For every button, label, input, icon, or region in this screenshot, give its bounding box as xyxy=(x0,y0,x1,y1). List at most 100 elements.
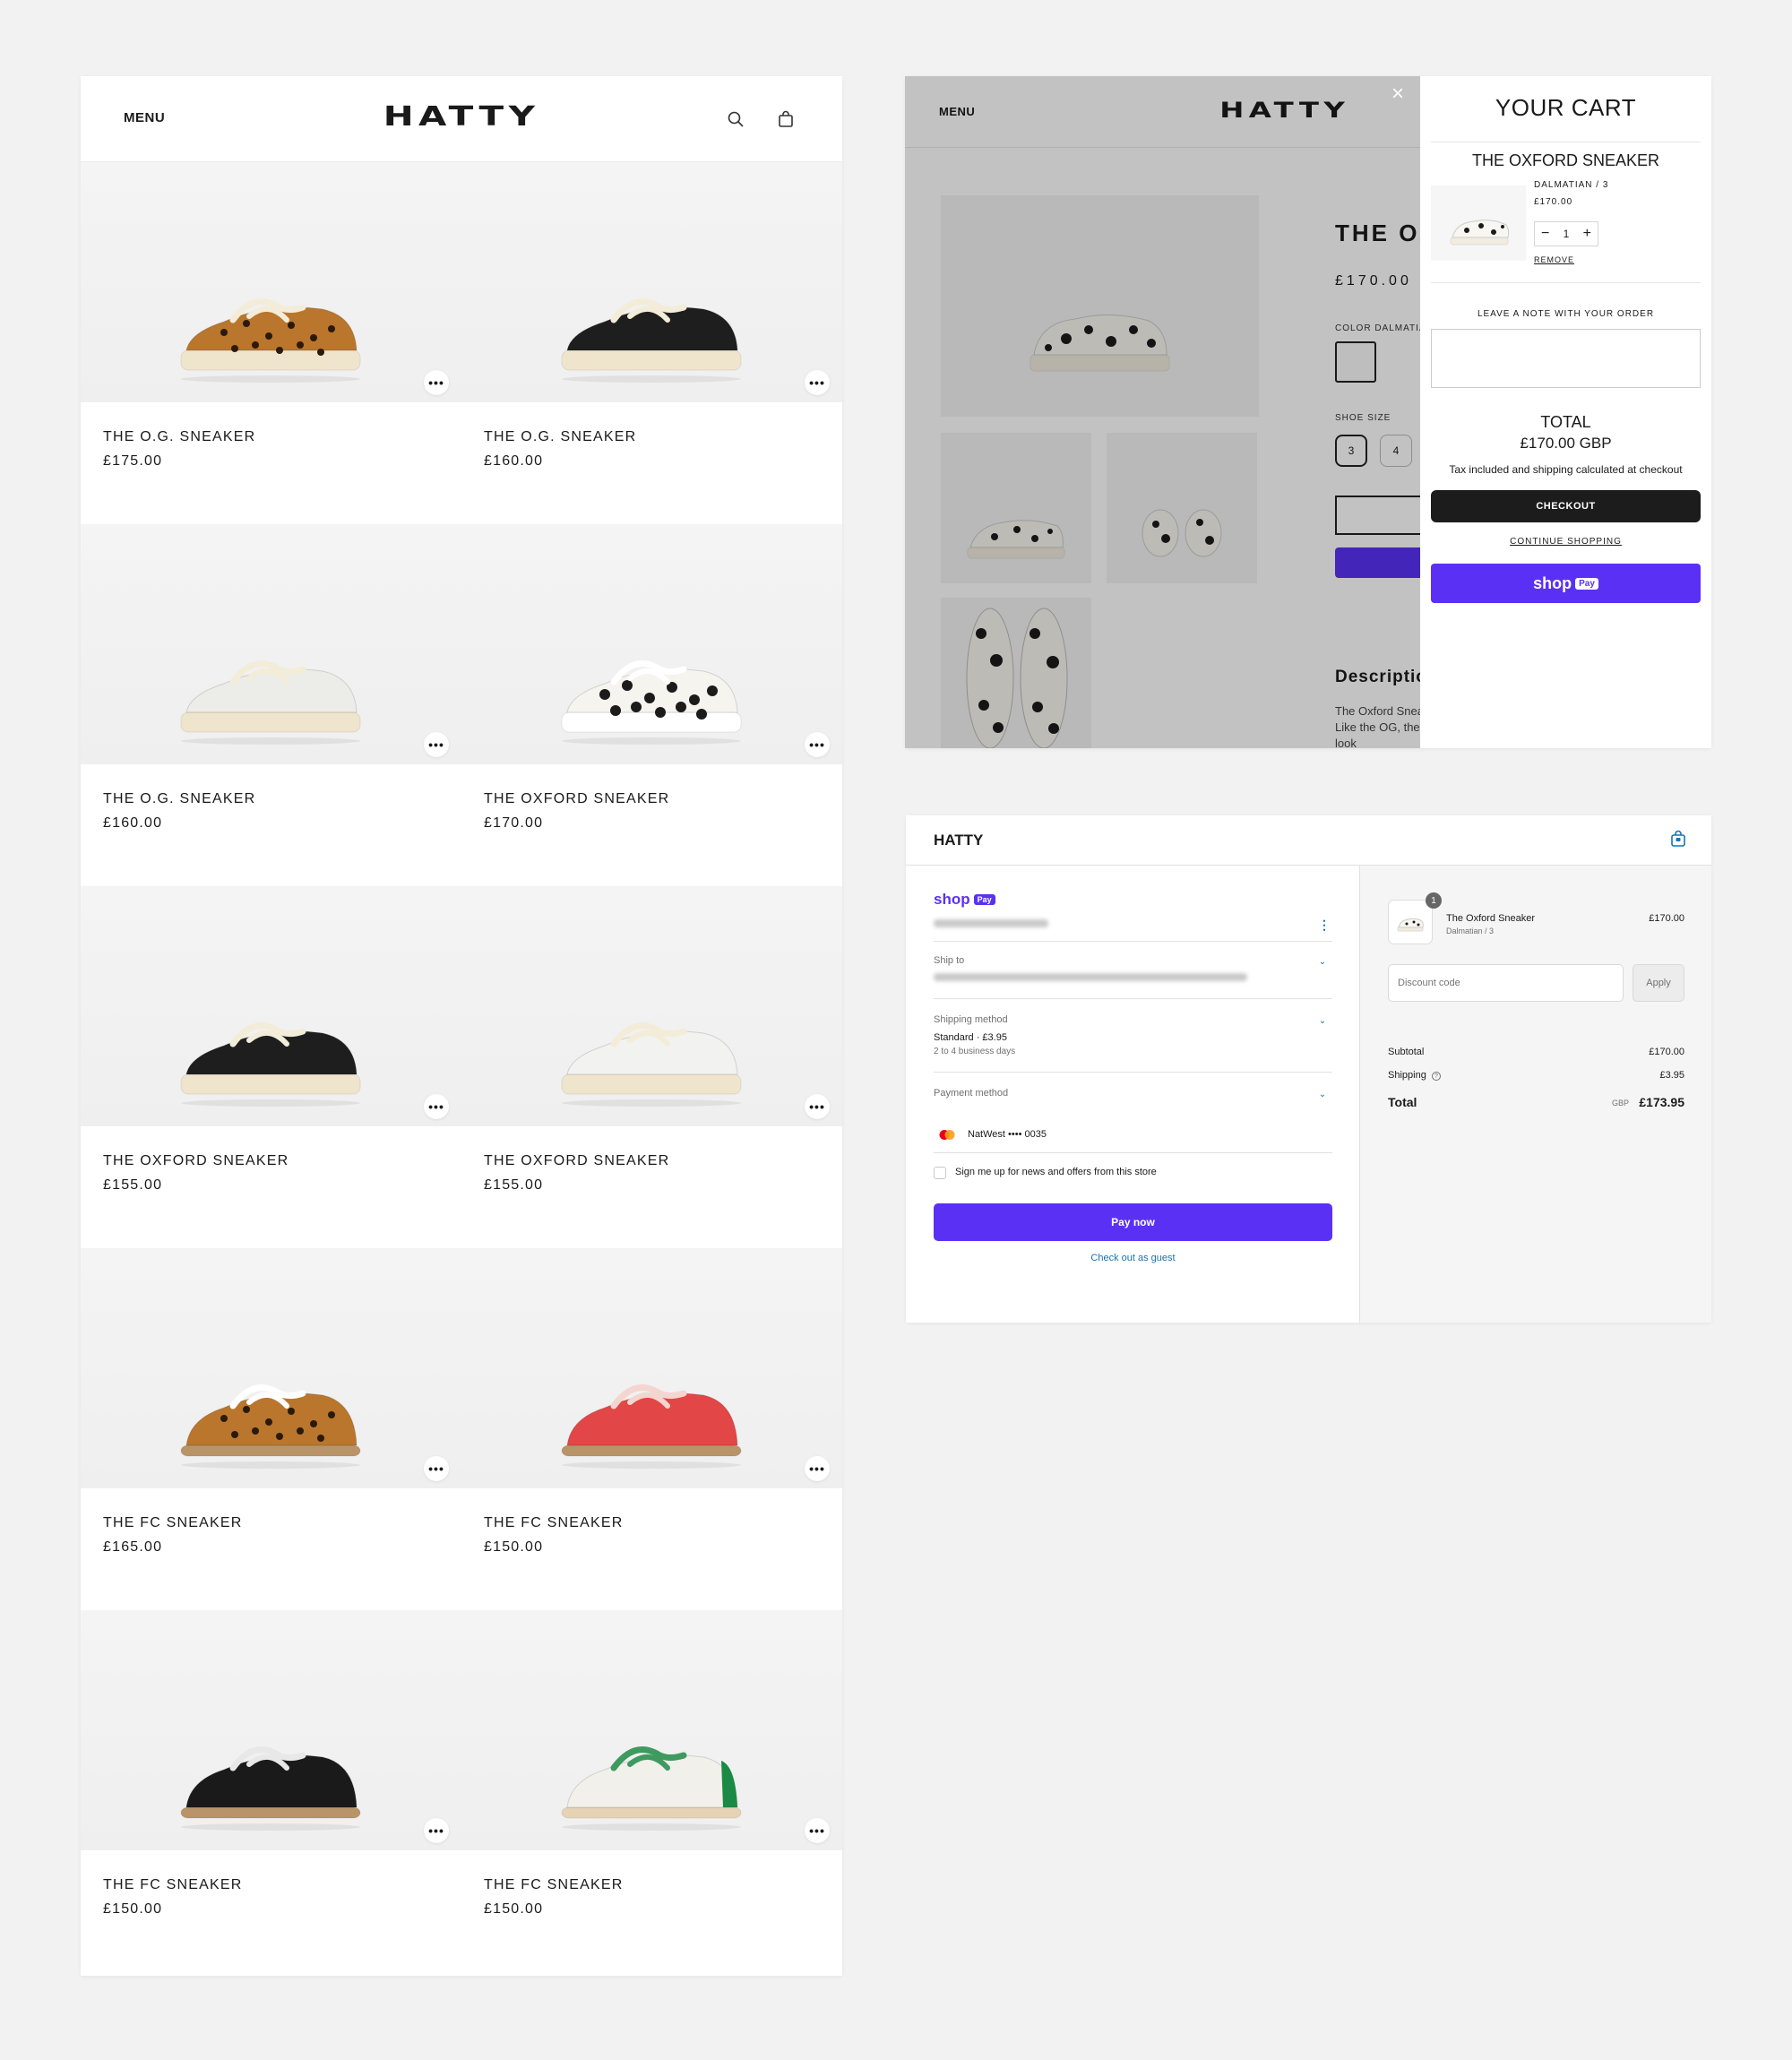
newsletter-label[interactable]: Sign me up for news and offers from this… xyxy=(955,1167,1157,1177)
payment-card-value: NatWest •••• 0035 xyxy=(968,1129,1047,1140)
product-card[interactable]: ••• THE O.G. SNEAKER £175.00 xyxy=(81,162,461,524)
more-options-button[interactable]: ••• xyxy=(424,1818,449,1843)
product-card[interactable]: ••• THE FC SNEAKER £150.00 xyxy=(461,1248,842,1610)
product-image[interactable]: ••• xyxy=(81,524,461,764)
more-options-button[interactable]: ••• xyxy=(805,1818,830,1843)
info-icon[interactable]: ? xyxy=(1431,1072,1441,1081)
product-name[interactable]: THE OXFORD SNEAKER xyxy=(103,1153,289,1169)
chevron-down-icon[interactable]: ⌄ xyxy=(1316,955,1329,968)
product-name[interactable]: THE FC SNEAKER xyxy=(103,1877,243,1893)
newsletter-checkbox[interactable] xyxy=(934,1167,946,1179)
product-shoe-graphic xyxy=(180,1022,361,1107)
subtotal-value: £170.00 xyxy=(1649,1047,1684,1057)
drawer-backdrop[interactable] xyxy=(905,76,1420,748)
search-icon[interactable] xyxy=(722,106,749,133)
product-price: £170.00 xyxy=(484,815,544,831)
quantity-value[interactable]: 1 xyxy=(1555,228,1576,240)
payment-method-label: Payment method xyxy=(934,1088,1009,1099)
product-card[interactable]: ••• THE OXFORD SNEAKER £170.00 xyxy=(461,524,842,886)
product-name[interactable]: THE O.G. SNEAKER xyxy=(484,429,636,445)
product-name[interactable]: THE FC SNEAKER xyxy=(484,1515,624,1531)
remove-item-link[interactable]: REMOVE xyxy=(1534,255,1574,264)
product-price: £165.00 xyxy=(103,1539,163,1555)
product-image[interactable]: ••• xyxy=(461,162,842,402)
shipping-method-time: 2 to 4 business days xyxy=(934,1047,1016,1056)
product-name[interactable]: THE O.G. SNEAKER xyxy=(103,429,255,445)
discount-code-input[interactable] xyxy=(1388,964,1624,1002)
more-options-button[interactable]: ••• xyxy=(805,1456,830,1481)
more-options-button[interactable]: ••• xyxy=(424,732,449,757)
product-card[interactable]: ••• THE OXFORD SNEAKER £155.00 xyxy=(461,886,842,1248)
shipping-method-value: Standard · £3.95 xyxy=(934,1032,1007,1043)
product-image[interactable]: ••• xyxy=(81,162,461,402)
cart-item-name[interactable]: THE OXFORD SNEAKER xyxy=(1420,151,1711,170)
divider xyxy=(1431,282,1701,283)
product-name[interactable]: THE OXFORD SNEAKER xyxy=(484,791,669,807)
close-icon[interactable]: × xyxy=(1387,83,1409,105)
product-card[interactable]: ••• THE OXFORD SNEAKER £155.00 xyxy=(81,886,461,1248)
guest-checkout-link[interactable]: Check out as guest xyxy=(906,1253,1360,1263)
more-options-button[interactable]: ••• xyxy=(424,1456,449,1481)
product-name[interactable]: THE FC SNEAKER xyxy=(103,1515,243,1531)
product-image[interactable]: ••• xyxy=(81,1610,461,1850)
product-card[interactable]: ••• THE FC SNEAKER £150.00 xyxy=(461,1610,842,1972)
site-header: MENU HATTY xyxy=(81,76,842,162)
shop-pay-badge: Pay xyxy=(973,894,995,905)
product-name[interactable]: THE FC SNEAKER xyxy=(484,1877,624,1893)
cart-icon[interactable] xyxy=(772,106,799,133)
checkout-brand[interactable]: HATTY xyxy=(934,832,983,849)
quantity-decrease-button[interactable]: − xyxy=(1535,226,1555,242)
product-image[interactable]: ••• xyxy=(461,524,842,764)
divider xyxy=(934,941,1332,942)
product-card[interactable]: ••• THE FC SNEAKER £150.00 xyxy=(81,1610,461,1972)
bag-icon[interactable] xyxy=(1670,830,1686,852)
cart-item-image[interactable] xyxy=(1431,185,1526,261)
more-options-icon[interactable]: ⋮ xyxy=(1318,918,1331,933)
chevron-down-icon[interactable]: ⌄ xyxy=(1316,1014,1329,1027)
product-name[interactable]: THE O.G. SNEAKER xyxy=(103,791,255,807)
checkout-header: HATTY xyxy=(906,815,1711,866)
total-currency: GBP xyxy=(1611,1099,1629,1108)
checkout-page: HATTY shop Pay ⋮ Ship to ⌄ Shipping meth… xyxy=(906,815,1711,1323)
item-quantity-badge: 1 xyxy=(1426,892,1442,909)
product-image[interactable]: ••• xyxy=(461,886,842,1126)
more-options-button[interactable]: ••• xyxy=(805,370,830,395)
ship-to-label: Ship to xyxy=(934,955,965,966)
more-options-button[interactable]: ••• xyxy=(805,732,830,757)
mastercard-icon xyxy=(938,1129,956,1141)
order-note-field[interactable] xyxy=(1431,329,1701,388)
shipping-label: Shipping xyxy=(1388,1070,1426,1081)
chevron-down-icon[interactable]: ⌄ xyxy=(1316,1088,1329,1100)
product-price: £150.00 xyxy=(484,1901,544,1917)
pay-now-button[interactable]: Pay now xyxy=(934,1203,1332,1241)
more-options-button[interactable]: ••• xyxy=(805,1094,830,1119)
product-image[interactable]: ••• xyxy=(81,886,461,1126)
product-card[interactable]: ••• THE O.G. SNEAKER £160.00 xyxy=(81,524,461,886)
shipping-row: Shipping ? xyxy=(1388,1070,1441,1081)
product-price: £160.00 xyxy=(103,815,163,831)
summary-item-variant: Dalmatian / 3 xyxy=(1446,927,1495,935)
order-note-label: LEAVE A NOTE WITH YOUR ORDER xyxy=(1477,309,1655,319)
product-price: £160.00 xyxy=(484,453,544,469)
summary-item-image xyxy=(1388,900,1433,944)
checkout-button[interactable]: CHECKOUT xyxy=(1431,490,1701,522)
more-options-button[interactable]: ••• xyxy=(424,1094,449,1119)
product-card[interactable]: ••• THE FC SNEAKER £165.00 xyxy=(81,1248,461,1610)
quantity-increase-button[interactable]: + xyxy=(1577,226,1598,242)
product-image[interactable]: ••• xyxy=(461,1248,842,1488)
shop-pay-button[interactable]: shop Pay xyxy=(1431,564,1701,603)
product-card[interactable]: ••• THE O.G. SNEAKER £160.00 xyxy=(461,162,842,524)
product-shoe-graphic xyxy=(561,298,742,383)
continue-shopping-link[interactable]: CONTINUE SHOPPING xyxy=(1420,537,1711,547)
product-page-with-cart: MENU HATTY THE £170.00 COLOR DALMATIAN S… xyxy=(905,76,1711,748)
product-price: £175.00 xyxy=(103,453,163,469)
apply-discount-button[interactable]: Apply xyxy=(1633,964,1684,1002)
product-name[interactable]: THE OXFORD SNEAKER xyxy=(484,1153,669,1169)
divider xyxy=(934,998,1332,999)
product-image[interactable]: ••• xyxy=(461,1610,842,1850)
product-price: £155.00 xyxy=(484,1177,544,1193)
total-label: Total xyxy=(1388,1095,1417,1109)
subtotal-label: Subtotal xyxy=(1388,1047,1425,1057)
product-image[interactable]: ••• xyxy=(81,1248,461,1488)
more-options-button[interactable]: ••• xyxy=(424,370,449,395)
